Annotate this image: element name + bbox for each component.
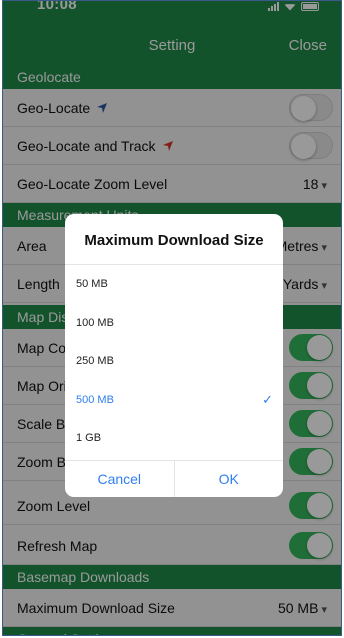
option-250mb[interactable]: 250 MB [65,342,283,381]
dialog-actions: Cancel OK [65,460,283,497]
cancel-button[interactable]: Cancel [65,461,175,497]
ok-button[interactable]: OK [175,461,284,497]
option-100mb[interactable]: 100 MB [65,304,283,343]
checkmark-icon: ✓ [262,391,273,407]
option-1gb[interactable]: 1 GB [65,419,283,458]
option-50mb[interactable]: 50 MB [65,265,283,304]
download-size-dialog: Maximum Download Size 50 MB 100 MB 250 M… [65,214,283,497]
dialog-title: Maximum Download Size [84,232,264,249]
phone-screen: 10:08 Setting Close Geolocate Geo-Locate… [2,0,342,636]
option-500mb[interactable]: 500 MB ✓ [65,381,283,420]
dialog-options: 50 MB 100 MB 250 MB 500 MB ✓ 1 GB [65,264,283,458]
